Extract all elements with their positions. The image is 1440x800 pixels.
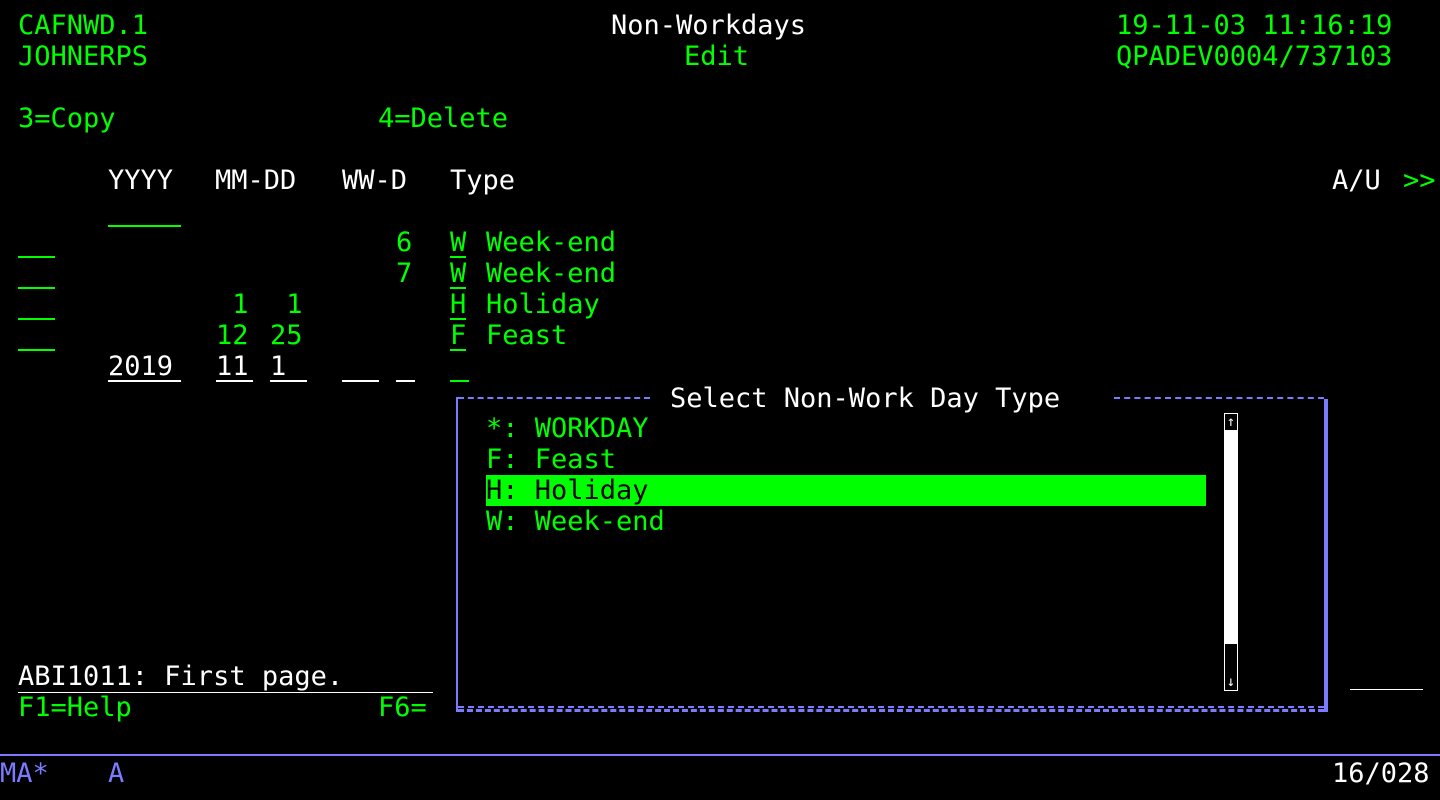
type-option-workday[interactable]: *: WORKDAY bbox=[486, 413, 1206, 444]
row-type-description: Week-end bbox=[486, 227, 617, 258]
popup-border bbox=[1324, 399, 1328, 712]
popup-border bbox=[458, 706, 1324, 708]
entry-week-field[interactable] bbox=[342, 351, 379, 382]
scroll-down-icon[interactable]: ↓ bbox=[1225, 674, 1237, 690]
row-type-description: Week-end bbox=[486, 258, 617, 289]
user-id: JOHNERPS bbox=[18, 41, 149, 72]
row-month: 12 bbox=[216, 320, 249, 351]
scroll-up-icon[interactable]: ↑ bbox=[1225, 414, 1237, 430]
type-option-weekend[interactable]: W: Week-end bbox=[486, 506, 1206, 537]
entry-type-field[interactable] bbox=[450, 351, 469, 382]
f6-key[interactable]: F6= bbox=[378, 692, 427, 723]
message-line: ABI1011: First page. bbox=[18, 661, 433, 693]
popup-border bbox=[458, 709, 1324, 712]
status-mode: A bbox=[108, 758, 125, 789]
select-type-popup: Select Non-Work Day Type *: WORKDAY F: F… bbox=[456, 383, 1328, 712]
column-add-update: A/U bbox=[1332, 165, 1381, 196]
popup-scrollbar[interactable]: ↑ ↓ bbox=[1224, 413, 1238, 691]
column-year: YYYY bbox=[108, 165, 174, 196]
status-separator bbox=[0, 754, 1440, 756]
command-input-field[interactable] bbox=[1350, 659, 1423, 690]
entry-day-field[interactable]: 1 bbox=[270, 351, 307, 382]
row-type-code[interactable]: F bbox=[450, 320, 467, 351]
row-day: 1 bbox=[270, 289, 303, 320]
row-month: 1 bbox=[216, 289, 249, 320]
program-id: CAFNWD.1 bbox=[18, 10, 149, 41]
column-type: Type bbox=[450, 165, 516, 196]
date-time: 19-11-03 11:16:19 bbox=[1116, 10, 1393, 41]
row-type-code[interactable]: W bbox=[450, 227, 467, 258]
type-option-holiday[interactable]: H: Holiday bbox=[486, 475, 1206, 506]
row-option-field[interactable] bbox=[18, 289, 55, 320]
row-type-description: Feast bbox=[486, 320, 568, 351]
row-option-field[interactable] bbox=[18, 258, 55, 289]
row-type-code[interactable]: W bbox=[450, 258, 467, 289]
column-week-day: WW-D bbox=[342, 165, 408, 196]
row-weekday: 6 bbox=[396, 227, 413, 258]
row-weekday: 7 bbox=[396, 258, 413, 289]
entry-weekday-field[interactable] bbox=[396, 351, 415, 382]
row-type-description: Holiday bbox=[486, 289, 600, 320]
screen-title: Non-Workdays bbox=[611, 10, 807, 41]
popup-border bbox=[1114, 397, 1324, 399]
entry-month-field[interactable]: 11 bbox=[216, 351, 253, 382]
screen-mode: Edit bbox=[684, 41, 750, 72]
type-option-feast[interactable]: F: Feast bbox=[486, 444, 1206, 475]
cursor-position: 16/028 bbox=[1332, 758, 1430, 789]
scroll-thumb[interactable] bbox=[1225, 430, 1237, 644]
popup-border bbox=[458, 397, 650, 399]
row-option-field[interactable] bbox=[18, 320, 55, 351]
option-delete: 4=Delete bbox=[378, 103, 509, 134]
row-day: 25 bbox=[270, 320, 303, 351]
f1-help-key[interactable]: F1=Help bbox=[18, 692, 132, 723]
row-option-field[interactable] bbox=[18, 227, 55, 258]
status-indicator: MA* bbox=[0, 758, 49, 789]
option-copy: 3=Copy bbox=[18, 103, 116, 134]
device-id: QPADEV0004/737103 bbox=[1116, 41, 1393, 72]
entry-year-field[interactable]: 2019 bbox=[108, 351, 181, 382]
popup-title: Select Non-Work Day Type bbox=[666, 383, 1065, 414]
row-type-code[interactable]: H bbox=[450, 289, 467, 320]
more-columns-indicator[interactable]: >> bbox=[1403, 165, 1436, 196]
position-to-year-field[interactable] bbox=[108, 196, 181, 227]
column-month-day: MM-DD bbox=[215, 165, 297, 196]
